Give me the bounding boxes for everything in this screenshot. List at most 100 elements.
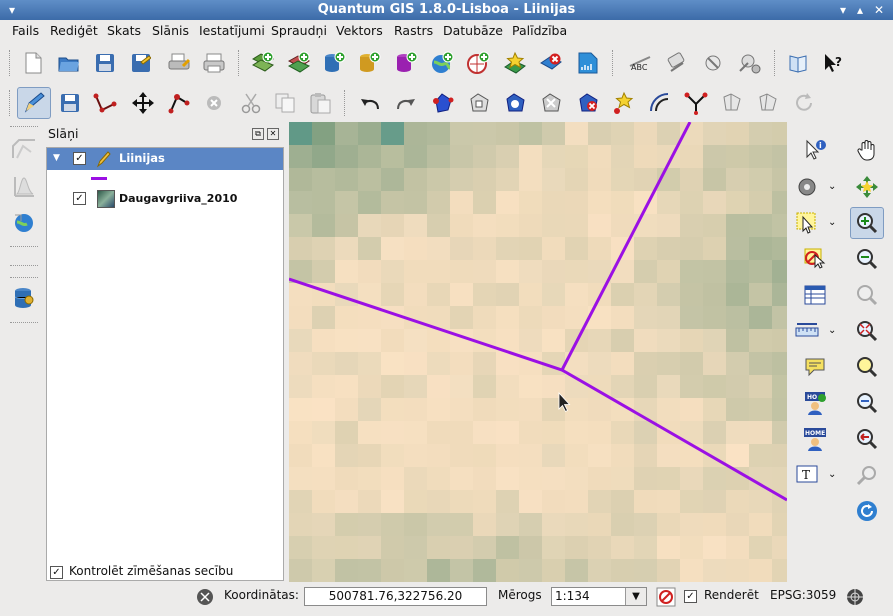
refresh-icon[interactable] (854, 498, 880, 524)
rotate-point-symbols-icon[interactable] (791, 90, 817, 116)
delete-selected-icon[interactable] (201, 90, 227, 116)
zoom-to-layer-icon[interactable] (854, 318, 880, 344)
add-wfs-layer-icon[interactable] (465, 50, 491, 76)
move-feature-icon[interactable] (130, 90, 156, 116)
minimize-button[interactable]: ▾ (835, 2, 851, 18)
zoom-actual-size-icon[interactable] (854, 462, 880, 488)
toggle-editing-icon[interactable] (17, 87, 51, 119)
redo-icon[interactable] (393, 90, 419, 116)
scale-combobox[interactable]: 1:134 ▼ (551, 587, 647, 606)
add-vector-layer-icon[interactable] (250, 50, 276, 76)
print-composer-icon[interactable] (166, 50, 192, 76)
zoom-to-selection-icon[interactable] (854, 354, 880, 380)
python-console-icon[interactable] (664, 50, 690, 76)
simplify-feature-icon[interactable] (430, 90, 456, 116)
layer-row-liinijas[interactable]: ▼ ✓ Liinijas (47, 148, 283, 170)
crs-status[interactable]: EPSG:3059 (770, 588, 836, 602)
measure-line-icon[interactable] (794, 318, 820, 344)
menu-file[interactable]: Fails (12, 23, 39, 38)
render-order-checkbox[interactable]: ✓ (50, 566, 63, 579)
deselect-features-icon[interactable] (802, 246, 828, 272)
raster-align-icon[interactable] (11, 137, 37, 163)
zoom-next-icon[interactable] (854, 426, 880, 452)
add-mssql-layer-icon[interactable] (393, 50, 419, 76)
merge-attributes-icon[interactable] (755, 90, 781, 116)
select-features-icon[interactable] (794, 210, 820, 236)
save-edits-icon[interactable] (57, 90, 83, 116)
add-part-icon[interactable] (502, 90, 528, 116)
plugin-installer-icon[interactable] (736, 50, 762, 76)
select-dropdown-icon[interactable]: ⌄ (828, 217, 836, 228)
copy-features-icon[interactable] (272, 90, 298, 116)
stop-render-icon[interactable] (656, 587, 676, 610)
open-project-icon[interactable] (56, 50, 82, 76)
add-postgis-layer-icon[interactable] (321, 50, 347, 76)
menu-view[interactable]: Skats (107, 23, 141, 38)
new-gpx-layer-icon[interactable] (575, 50, 601, 76)
menu-layer[interactable]: Slānis (152, 23, 189, 38)
menu-help[interactable]: Palīdzība (512, 23, 567, 38)
layer-visibility-checkbox[interactable]: ✓ (73, 152, 86, 165)
menu-edit[interactable]: Rediģēt (50, 23, 98, 38)
save-project-icon[interactable] (92, 50, 118, 76)
actions-dropdown-icon[interactable]: ⌄ (828, 181, 836, 192)
whats-this-icon[interactable]: ? (820, 50, 846, 76)
save-as-icon[interactable] (128, 50, 154, 76)
new-shapefile-icon[interactable] (502, 50, 528, 76)
scale-dropdown-icon[interactable]: ▼ (625, 588, 646, 605)
histogram-stretch-icon[interactable] (11, 173, 37, 199)
add-raster-layer-icon[interactable] (286, 50, 312, 76)
layer-visibility-checkbox[interactable]: ✓ (73, 192, 86, 205)
zoom-full-icon[interactable] (854, 282, 880, 308)
map-tips-icon[interactable] (802, 354, 828, 380)
menu-vector[interactable]: Vektors (336, 23, 383, 38)
print-icon[interactable] (201, 50, 227, 76)
annotation-dropdown-icon[interactable]: ⌄ (828, 469, 836, 480)
show-bookmarks-icon[interactable]: HOME (802, 426, 828, 452)
paste-features-icon[interactable] (307, 90, 333, 116)
menu-database[interactable]: Datubāze (443, 23, 503, 38)
identify-icon[interactable]: i (802, 137, 828, 163)
maximize-button[interactable]: ▴ (852, 2, 868, 18)
add-ring-icon[interactable] (466, 90, 492, 116)
cut-features-icon[interactable] (238, 90, 264, 116)
remove-layer-icon[interactable] (538, 50, 564, 76)
coordinate-toggle-icon[interactable] (195, 587, 215, 610)
text-annotation-icon[interactable]: T (794, 462, 820, 488)
split-features-icon[interactable] (683, 90, 709, 116)
label-icon[interactable]: ABC (628, 50, 654, 76)
layer-row-daugavgriiva[interactable]: ✓ Daugavgriiva_2010 (47, 188, 283, 210)
line-feature[interactable] (561, 368, 787, 502)
actions-gear-icon[interactable] (794, 174, 820, 200)
pan-icon[interactable] (855, 137, 881, 163)
offset-curve-icon[interactable] (647, 90, 673, 116)
menu-plugins[interactable]: Spraudņi (271, 23, 327, 38)
db-manager-icon[interactable] (11, 285, 37, 311)
new-bookmark-icon[interactable]: HO (802, 390, 828, 416)
menu-settings[interactable]: Iestatījumi (199, 23, 265, 38)
plugin-manager-icon[interactable] (700, 50, 726, 76)
zoom-out-icon[interactable] (854, 246, 880, 272)
add-wms-layer-icon[interactable] (429, 50, 455, 76)
georeferencer-icon[interactable] (11, 210, 37, 236)
expand-arrow-icon[interactable]: ▼ (53, 153, 60, 163)
coordinates-field[interactable]: 500781.76,322756.20 (304, 587, 487, 606)
zoom-in-icon[interactable] (850, 207, 884, 239)
menu-raster[interactable]: Rastrs (394, 23, 433, 38)
close-panel-icon[interactable]: ✕ (267, 128, 279, 140)
node-tool-icon[interactable] (166, 90, 192, 116)
zoom-last-icon[interactable] (854, 390, 880, 416)
attribute-table-icon[interactable] (802, 282, 828, 308)
undo-icon[interactable] (357, 90, 383, 116)
pan-to-selection-icon[interactable] (854, 174, 880, 200)
measure-dropdown-icon[interactable]: ⌄ (828, 325, 836, 336)
crs-globe-icon[interactable] (845, 587, 865, 610)
merge-features-icon[interactable] (719, 90, 745, 116)
close-button[interactable]: ✕ (871, 2, 887, 18)
float-panel-icon[interactable]: ⧉ (252, 128, 264, 140)
add-feature-icon[interactable] (92, 90, 118, 116)
map-canvas[interactable] (289, 122, 787, 582)
delete-part-icon[interactable] (575, 90, 601, 116)
delete-ring-icon[interactable] (538, 90, 564, 116)
reshape-features-icon[interactable] (611, 90, 637, 116)
